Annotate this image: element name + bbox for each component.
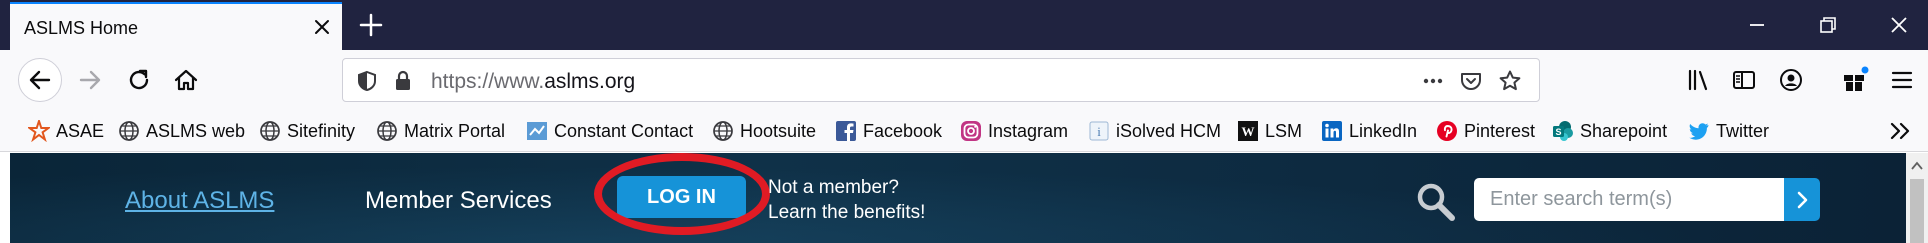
url-domain: aslms.org (544, 70, 636, 93)
restore-icon[interactable] (1813, 10, 1843, 40)
tab-strip: ASLMS Home (0, 0, 1928, 50)
bookmark-aslms-web[interactable]: ASLMS web (118, 119, 245, 143)
bookmark-pinterest[interactable]: Pinterest (1436, 119, 1535, 143)
forward-button[interactable] (68, 58, 112, 102)
member-services-link[interactable]: Member Services (365, 187, 552, 215)
globe-icon (118, 120, 140, 142)
menu-icon[interactable] (1887, 65, 1917, 95)
globe-icon (712, 120, 734, 142)
bookmark-label: Twitter (1716, 120, 1770, 141)
bookmark-label: Matrix Portal (404, 120, 506, 141)
svg-text:S: S (1555, 127, 1561, 137)
sidebar-icon[interactable] (1729, 65, 1759, 95)
reload-icon[interactable] (117, 58, 161, 102)
bookmark-label: Instagram (988, 120, 1069, 141)
bookmark-label: Sitefinity (287, 120, 356, 141)
globe-icon (376, 120, 398, 142)
instagram-icon (960, 120, 982, 142)
sharepoint-icon: S (1552, 120, 1574, 142)
linkedin-icon (1321, 120, 1343, 142)
new-tab-icon[interactable] (356, 10, 386, 40)
about-aslms-link[interactable]: About ASLMS (125, 187, 274, 215)
url-text[interactable]: https://www.aslms.org (431, 70, 635, 94)
asae-icon (28, 120, 50, 142)
tab-title: ASLMS Home (24, 18, 139, 38)
bookmark-label: Sharepoint (1580, 120, 1668, 141)
svg-text:i: i (1097, 124, 1101, 139)
pocket-icon[interactable] (1459, 69, 1483, 93)
page-scrollbar[interactable] (1906, 153, 1928, 243)
scroll-up-arrow-icon[interactable] (1910, 159, 1924, 171)
minimize-icon[interactable] (1742, 10, 1772, 40)
constant-contact-icon (526, 120, 548, 142)
bookmark-label: Pinterest (1464, 120, 1536, 141)
search-icon[interactable] (1414, 180, 1458, 224)
bookmark-matrix-portal[interactable]: Matrix Portal (376, 119, 505, 143)
url-bar[interactable]: https://www.aslms.org (342, 58, 1540, 102)
bookmark-star-icon[interactable] (1498, 69, 1522, 93)
bookmark-lsm[interactable]: W LSM (1237, 119, 1302, 143)
learn-benefits-text: Learn the benefits! (768, 202, 926, 223)
bookmark-label: ASAE (56, 120, 105, 141)
tracking-shield-icon[interactable] (355, 69, 379, 93)
globe-icon (259, 120, 281, 142)
tab-aslms-home[interactable]: ASLMS Home (10, 2, 342, 50)
bookmark-facebook[interactable]: Facebook (835, 119, 942, 143)
back-button[interactable] (18, 58, 62, 102)
svg-text:W: W (1242, 124, 1255, 139)
bookmark-twitter[interactable]: Twitter (1688, 119, 1769, 143)
bookmark-hootsuite[interactable]: Hootsuite (712, 119, 816, 143)
library-icon[interactable] (1684, 65, 1714, 95)
search-input[interactable] (1474, 178, 1784, 221)
pinterest-icon (1436, 120, 1458, 142)
highlight-circle (594, 153, 770, 235)
twitter-icon (1688, 120, 1710, 142)
bookmark-label: iSolved HCM (1116, 120, 1222, 141)
bookmarks-toolbar: ASAE ASLMS web Sitefinity Matrix Portal … (0, 110, 1928, 152)
bookmark-label: LinkedIn (1349, 120, 1418, 141)
site-header: About ASLMS Member Services LOG IN Not a… (10, 153, 1906, 243)
account-icon[interactable] (1776, 65, 1806, 95)
chevron-double-right-icon[interactable] (1886, 119, 1916, 143)
join-benefits-link[interactable]: Not a member? Learn the benefits! (768, 175, 925, 225)
bookmark-instagram[interactable]: Instagram (960, 119, 1068, 143)
bookmark-isolved-hcm[interactable]: i iSolved HCM (1088, 119, 1221, 143)
extensions-icon[interactable] (1840, 65, 1870, 95)
bookmark-label: Constant Contact (554, 120, 694, 141)
lsm-icon: W (1237, 120, 1259, 142)
bookmark-label: LSM (1265, 120, 1303, 141)
search-submit-button[interactable] (1784, 178, 1820, 221)
navigation-toolbar: https://www.aslms.org (0, 50, 1928, 110)
bookmark-sitefinity[interactable]: Sitefinity (259, 119, 355, 143)
bookmark-label: ASLMS web (146, 120, 246, 141)
home-icon[interactable] (164, 58, 208, 102)
lock-icon[interactable] (391, 69, 415, 93)
facebook-icon (835, 120, 857, 142)
page-actions-icon[interactable] (1421, 69, 1445, 93)
url-scheme: https://www. (431, 70, 545, 93)
bookmark-linkedin[interactable]: LinkedIn (1321, 119, 1417, 143)
not-member-text: Not a member? (768, 177, 899, 198)
bookmark-label: Hootsuite (740, 120, 817, 141)
bookmark-asae[interactable]: ASAE (28, 119, 104, 143)
scroll-thumb[interactable] (1910, 179, 1924, 243)
bookmark-label: Facebook (863, 120, 943, 141)
isolved-icon: i (1088, 120, 1110, 142)
close-window-icon[interactable] (1884, 10, 1914, 40)
bookmark-sharepoint[interactable]: S Sharepoint (1552, 119, 1667, 143)
close-tab-icon[interactable] (311, 16, 333, 38)
window-border (0, 153, 10, 243)
bookmark-constant-contact[interactable]: Constant Contact (526, 119, 693, 143)
